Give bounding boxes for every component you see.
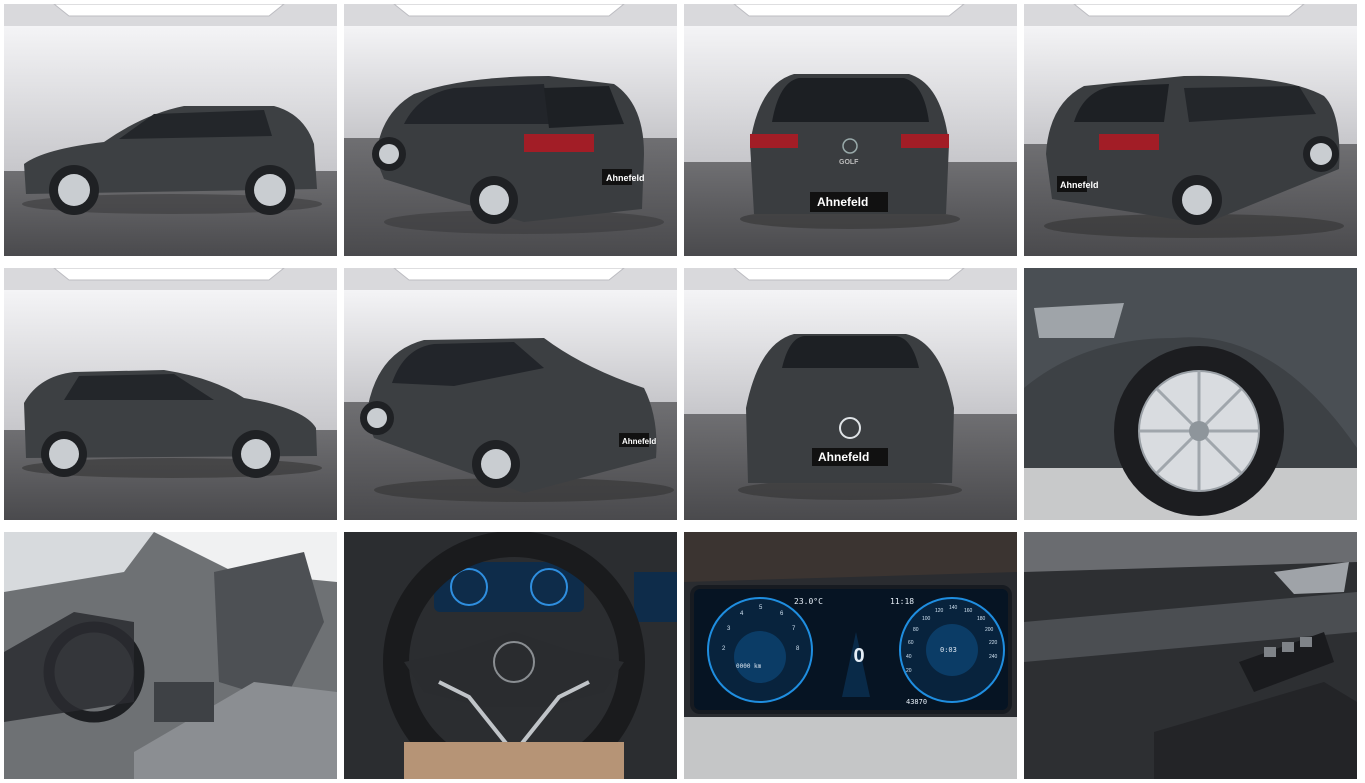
photo-gallery: Ahnefeld GOLF Ahnefeld Ahnefeld Ahnefeld… [4,4,1357,779]
speedo-tick-label: 40 [906,654,912,660]
rear-plate-text: Ahnefeld [606,173,645,183]
speedo-tick-label: 100 [922,616,931,622]
gallery-photo-rear-three-quarter-right[interactable]: Ahnefeld [1024,4,1357,256]
gallery-photo-interior-seat[interactable] [4,532,337,779]
speedo-tick-label: 160 [964,608,973,614]
gallery-photo-front-three-quarter-left[interactable]: Ahnefeld [344,268,677,520]
rear-plate-text: Ahnefeld [1060,180,1099,190]
car-front-image: Ahnefeld [684,268,1017,520]
speedo-tick-label: 200 [985,627,994,633]
speedo-tick-label: 20 [906,668,912,674]
gallery-photo-rear[interactable]: GOLF Ahnefeld [684,4,1017,256]
rear-badge-text: GOLF [839,159,859,166]
gallery-photo-door-panel[interactable] [1024,532,1357,779]
cluster-speed: 0 [853,645,864,667]
speedo-tick-label: 180 [977,616,986,622]
car-rear-left-image: Ahnefeld [344,4,677,256]
gallery-photo-front[interactable]: Ahnefeld [684,268,1017,520]
gallery-photo-side-right[interactable] [4,268,337,520]
speedo-tick-label: 60 [908,640,914,646]
gallery-photo-wheel-detail[interactable] [1024,268,1357,520]
speedo-tick-label: 120 [935,608,944,614]
car-rear-right-image: Ahnefeld [1024,4,1357,256]
rear-plate-text: Ahnefeld [817,195,868,209]
steering-wheel-image [344,532,677,779]
interior-seat-image [4,532,337,779]
door-panel-image [1024,532,1357,779]
speedo-tick-label: 240 [989,654,998,660]
front-plate-text: Ahnefeld [818,450,869,464]
gallery-photo-side-left[interactable] [4,4,337,256]
car-front-left-image: Ahnefeld [344,268,677,520]
cluster-left-readout: 0000 km [736,663,762,670]
cluster-time: 11:18 [890,597,914,606]
cluster-odometer: 43870 [906,698,927,706]
speedo-tick-label: 140 [949,605,958,611]
wheel-detail-image [1024,268,1357,520]
gallery-photo-steering-wheel[interactable] [344,532,677,779]
car-rear-image: GOLF Ahnefeld [684,4,1017,256]
gallery-photo-rear-three-quarter-left[interactable]: Ahnefeld [344,4,677,256]
cluster-right-readout: 0:03 [940,646,957,654]
speedo-tick-label: 220 [989,640,998,646]
instrument-cluster-image: 23.0°C 11:18 0 43870 0000 km 0:03 2 3 4 … [684,532,1017,779]
cluster-temperature: 23.0°C [794,597,823,606]
speedo-tick-label: 80 [913,627,919,633]
front-plate-text: Ahnefeld [622,437,656,446]
gallery-photo-instrument-cluster[interactable]: 23.0°C 11:18 0 43870 0000 km 0:03 2 3 4 … [684,532,1017,779]
car-side-left-image [4,4,337,256]
car-side-right-image [4,268,337,520]
